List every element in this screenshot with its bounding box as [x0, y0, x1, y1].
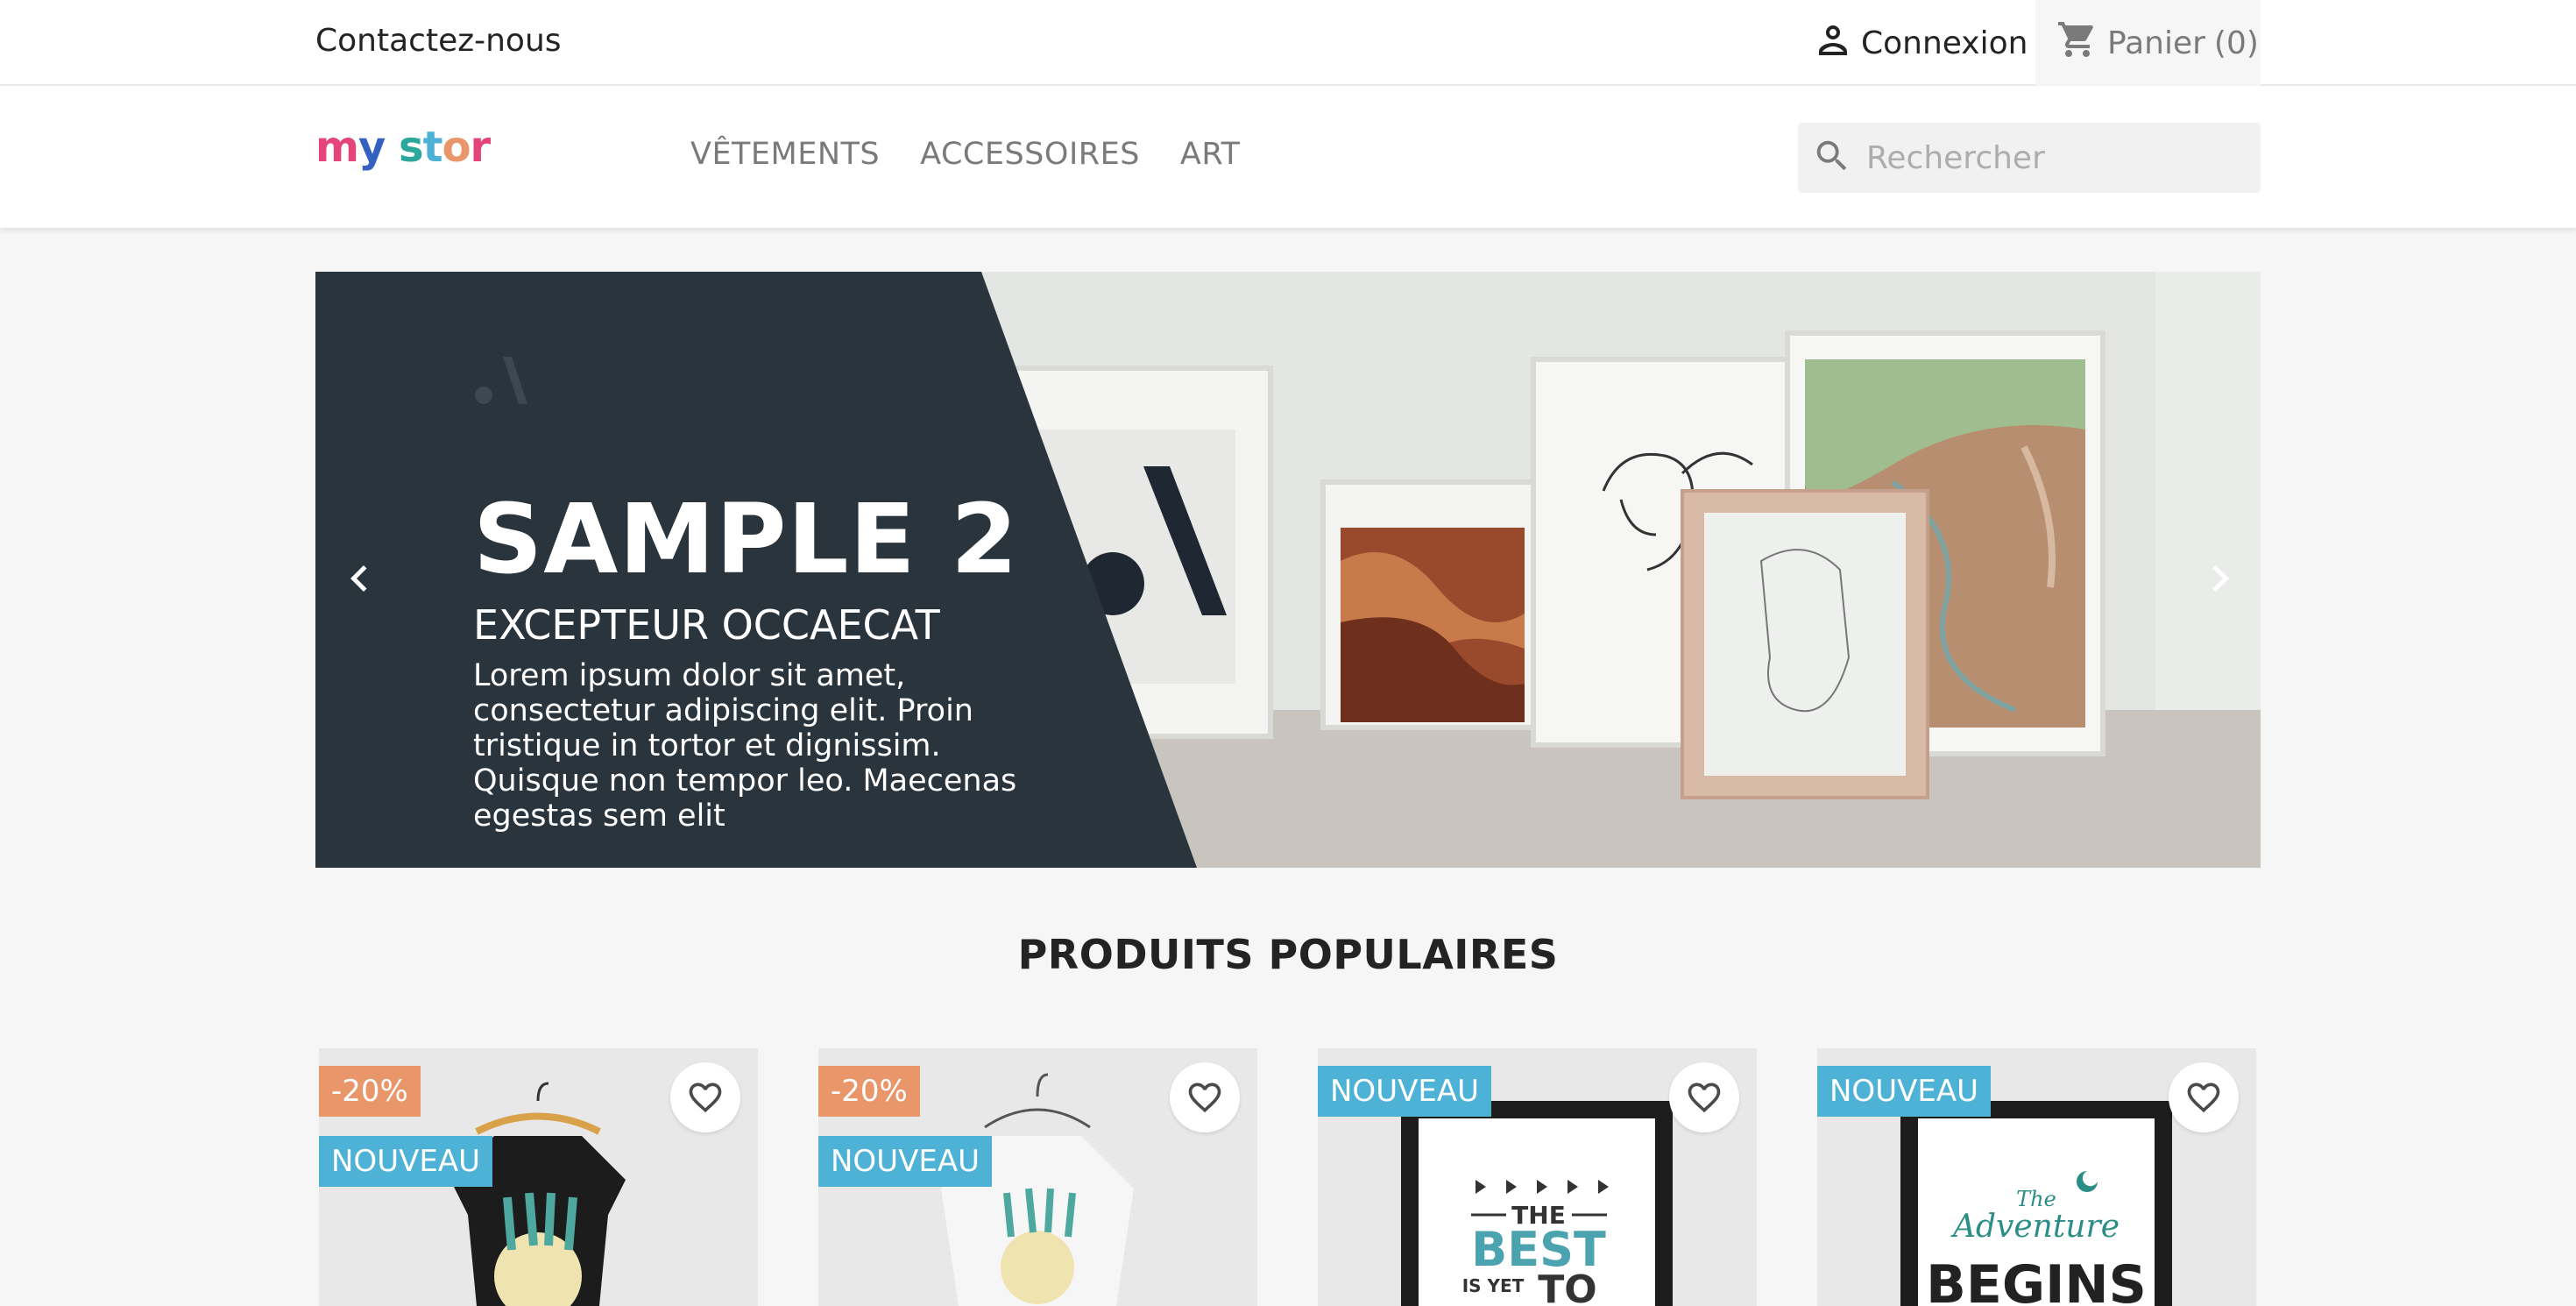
search-input[interactable] — [1866, 139, 2234, 176]
user-icon — [1812, 18, 1854, 68]
cart-button[interactable]: Panier (0) — [2035, 0, 2261, 86]
main-navigation: VÊTEMENTS ACCESSOIRES ART — [690, 137, 1241, 172]
wishlist-button[interactable] — [1669, 1062, 1739, 1132]
contact-link[interactable]: Contactez-nous — [315, 23, 562, 59]
hero-carousel: SAMPLE 2 EXCEPTEUR OCCAECAT Lorem ipsum … — [315, 272, 2261, 868]
chevron-left-icon — [350, 565, 367, 592]
brand-mark-icon — [475, 357, 527, 404]
logo-image: my store — [315, 123, 519, 172]
discount-badge: -20% — [319, 1066, 421, 1117]
search-icon[interactable] — [1798, 136, 1852, 180]
new-badge: NOUVEAU — [1817, 1066, 1991, 1117]
wishlist-button[interactable] — [2169, 1062, 2239, 1132]
slide-title: SAMPLE 2 — [473, 483, 1019, 595]
shopping-cart-icon — [2056, 18, 2098, 68]
wishlist-button[interactable] — [670, 1062, 740, 1132]
heart-icon — [1688, 1082, 1721, 1113]
cart-count: (0) — [2213, 25, 2259, 61]
poster-line: IS YET — [1462, 1275, 1525, 1296]
cart-label: Panier — [2107, 25, 2205, 61]
poster-line: The — [2016, 1187, 2056, 1211]
carousel-prev-button[interactable] — [333, 552, 386, 605]
nav-item-art[interactable]: ART — [1180, 137, 1241, 172]
product-card[interactable]: The Adventure BEGINS NOUVEAU — [1817, 1048, 2256, 1306]
product-list: -20% NOUVEAU -20% NOUVEAU THE BEST IS YE… — [319, 1048, 2257, 1306]
signin-label: Connexion — [1861, 25, 2028, 61]
heart-icon — [1188, 1082, 1221, 1113]
store-logo[interactable]: my store — [315, 123, 519, 185]
discount-badge: -20% — [818, 1066, 920, 1117]
product-card[interactable]: -20% NOUVEAU — [818, 1048, 1257, 1306]
nav-item-accessories[interactable]: ACCESSOIRES — [920, 137, 1140, 172]
slide-subtitle: EXCEPTEUR OCCAECAT — [473, 601, 940, 649]
new-badge: NOUVEAU — [818, 1136, 992, 1187]
signin-link[interactable]: Connexion — [1812, 21, 2028, 65]
poster-line: TO — [1538, 1267, 1596, 1306]
heart-icon — [2187, 1082, 2220, 1113]
chevron-right-icon — [2212, 565, 2229, 592]
product-card[interactable]: THE BEST IS YET TO NOUVEAU — [1318, 1048, 1757, 1306]
main-header: my store VÊTEMENTS ACCESSOIRES ART — [0, 86, 2576, 228]
top-bar: Contactez-nous Connexion Panier (0) — [0, 0, 2576, 86]
heart-icon — [689, 1082, 722, 1113]
wishlist-button[interactable] — [1170, 1062, 1240, 1132]
poster-line: Adventure — [1950, 1209, 2120, 1245]
slide-description: Lorem ipsum dolor sit amet, consectetur … — [473, 657, 1017, 834]
new-badge: NOUVEAU — [1318, 1066, 1491, 1117]
nav-item-clothes[interactable]: VÊTEMENTS — [690, 137, 880, 172]
new-badge: NOUVEAU — [319, 1136, 492, 1187]
carousel-next-button[interactable] — [2194, 552, 2247, 605]
product-card[interactable]: -20% NOUVEAU — [319, 1048, 758, 1306]
poster-line: BEGINS — [1926, 1254, 2147, 1306]
search-box — [1798, 123, 2261, 193]
slide-caption: SAMPLE 2 EXCEPTEUR OCCAECAT Lorem ipsum … — [473, 491, 1043, 834]
svg-text:my store: my store — [315, 124, 491, 172]
section-title: PRODUITS POPULAIRES — [1017, 931, 1559, 978]
